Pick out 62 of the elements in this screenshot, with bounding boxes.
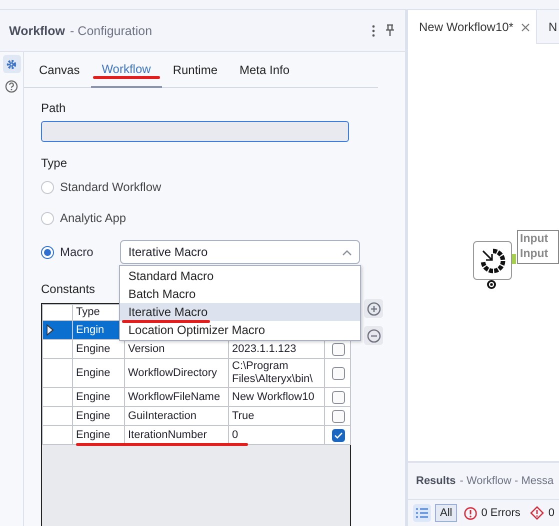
row-header[interactable] — [42, 320, 72, 340]
table-cell: Engine — [72, 358, 124, 388]
dropdown-option[interactable]: Batch Macro — [120, 285, 360, 303]
macro-dropdown[interactable]: Iterative Macro — [120, 240, 360, 264]
table-cell: WorkflowFileName — [124, 388, 228, 406]
table-cell: Engine — [72, 406, 124, 426]
warning-icon — [530, 506, 544, 520]
dropdown-option[interactable]: Standard Macro — [120, 267, 360, 285]
macro-input-tool[interactable] — [473, 241, 512, 280]
checkbox[interactable] — [332, 366, 345, 380]
checkbox[interactable] — [332, 428, 345, 442]
table-cell: C:\Program Files\Alteryx\bin\ — [228, 358, 324, 388]
tab[interactable]: Runtime — [162, 52, 228, 87]
help-icon[interactable] — [5, 80, 18, 92]
section-label: Constants — [41, 282, 96, 296]
radio-button[interactable] — [41, 246, 54, 258]
iteration-badge-icon — [487, 280, 496, 289]
table-cell: True — [228, 406, 324, 426]
document-tab[interactable]: New Workflow10* — [408, 10, 538, 44]
tool-annotation: Input Input — [517, 230, 559, 264]
results-title: Results — [416, 475, 456, 487]
radio-button[interactable] — [41, 212, 54, 224]
panel-title: Workflow — [9, 24, 66, 38]
row-pointer-icon — [46, 324, 54, 336]
add-button[interactable] — [364, 299, 383, 318]
more-icon[interactable] — [372, 24, 375, 36]
field-label: Path — [41, 101, 67, 115]
radio-label[interactable]: Analytic App — [60, 211, 126, 225]
caret-icon — [342, 250, 352, 256]
error-icon — [464, 506, 478, 520]
filter-button[interactable]: 0 — [527, 505, 558, 521]
radio-button[interactable] — [41, 180, 54, 194]
table-cell: New Workflow10 — [228, 388, 324, 406]
filter-button[interactable]: All — [435, 504, 458, 522]
checkbox[interactable] — [332, 390, 345, 404]
table-cell: WorkflowDirectory — [124, 358, 228, 388]
tab[interactable]: Workflow — [90, 52, 162, 88]
settings-icon[interactable] — [2, 55, 20, 73]
panel-subtitle: - Configuration — [70, 24, 152, 38]
checkmark-icon — [334, 432, 343, 438]
filter-button[interactable]: 0 Errors — [461, 506, 524, 520]
remove-button[interactable] — [364, 326, 383, 345]
list-view-icon[interactable] — [413, 504, 431, 522]
radio-label[interactable]: Standard Workflow — [60, 180, 162, 194]
path-field[interactable] — [41, 121, 349, 142]
table-cell: Engine — [72, 388, 124, 406]
tab[interactable]: Meta Info — [228, 52, 301, 87]
radio-label[interactable]: Macro — [60, 245, 94, 259]
header-cell — [42, 304, 72, 320]
checkbox[interactable] — [332, 410, 345, 422]
table-cell: Engine — [72, 340, 124, 358]
close-icon[interactable] — [521, 22, 530, 32]
pin-icon[interactable] — [385, 24, 395, 37]
document-tab[interactable]: N — [537, 10, 559, 43]
table-cell: GuiInteraction — [124, 406, 228, 426]
tab[interactable]: Canvas — [28, 52, 91, 87]
checkbox[interactable] — [332, 342, 345, 356]
table-cell: Version — [124, 340, 228, 358]
table-cell: 2023.1.1.123 — [228, 340, 324, 358]
dropdown-option[interactable]: Iterative Macro — [120, 303, 360, 321]
results-subtitle: - Workflow - Messa — [460, 475, 554, 487]
section-label: Type — [41, 156, 68, 170]
